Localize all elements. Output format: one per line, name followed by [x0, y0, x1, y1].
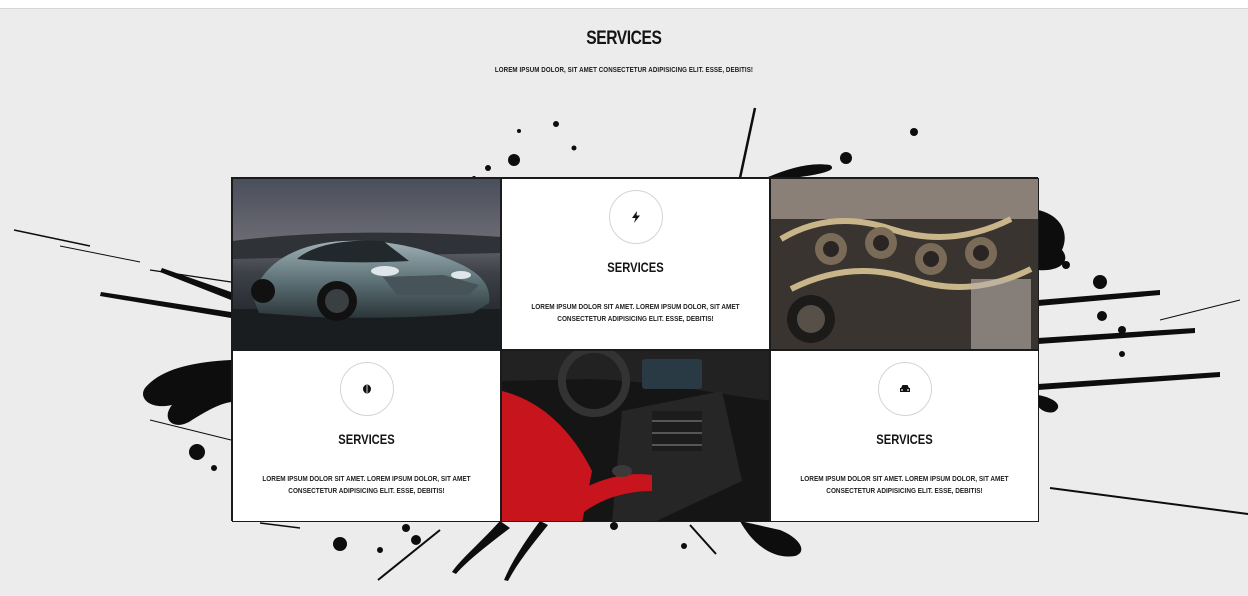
brain-icon	[339, 362, 394, 416]
car-icon	[877, 362, 932, 416]
service-card[interactable]: SERVICES LOREM IPSUM DOLOR SIT AMET. LOR…	[770, 350, 1039, 522]
card-text: LOREM IPSUM DOLOR SIT AMET. LOREM IPSUM …	[531, 302, 740, 323]
card-title: SERVICES	[607, 259, 664, 275]
section-subtitle: LOREM IPSUM DOLOR, SIT AMET CONSECTETUR …	[494, 65, 754, 74]
car-interior-photo	[501, 350, 770, 522]
section-title: SERVICES	[586, 28, 662, 49]
card-title: SERVICES	[876, 431, 933, 447]
card-text: LOREM IPSUM DOLOR SIT AMET. LOREM IPSUM …	[800, 474, 1009, 495]
service-card[interactable]: SERVICES LOREM IPSUM DOLOR SIT AMET. LOR…	[501, 178, 770, 350]
services-grid: SERVICES LOREM IPSUM DOLOR SIT AMET. LOR…	[231, 177, 1039, 522]
sports-car-photo	[232, 178, 501, 350]
card-text: LOREM IPSUM DOLOR SIT AMET. LOREM IPSUM …	[262, 474, 471, 495]
card-title: SERVICES	[338, 431, 395, 447]
service-card[interactable]: SERVICES LOREM IPSUM DOLOR SIT AMET. LOR…	[232, 350, 501, 522]
section-header: SERVICES LOREM IPSUM DOLOR, SIT AMET CON…	[0, 28, 1248, 74]
lightning-bolt-icon	[608, 190, 663, 244]
engine-photo	[770, 178, 1039, 350]
